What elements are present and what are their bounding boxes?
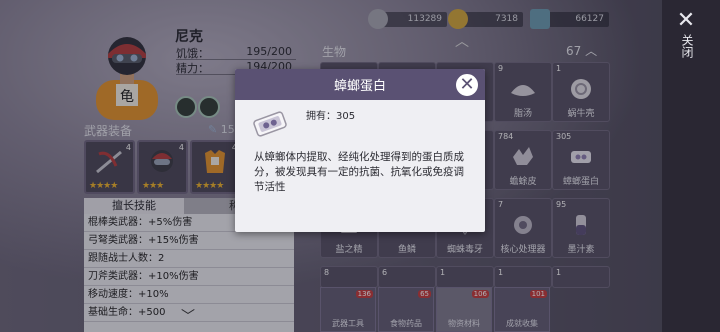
close-icon[interactable]: ✕ (672, 8, 700, 33)
owned-count: 拥有：305 (306, 111, 356, 122)
protein-icon (253, 111, 287, 137)
item-description: 从蟑螂体内提取、经纯化处理得到的蛋白质成分，被发现具有一定的抗菌、抗氧化或免疫调… (254, 151, 464, 193)
close-label[interactable]: 关闭 (676, 34, 696, 58)
close-icon[interactable]: ✕ (454, 72, 480, 98)
popup-title: 蟑螂蛋白 (333, 79, 386, 94)
